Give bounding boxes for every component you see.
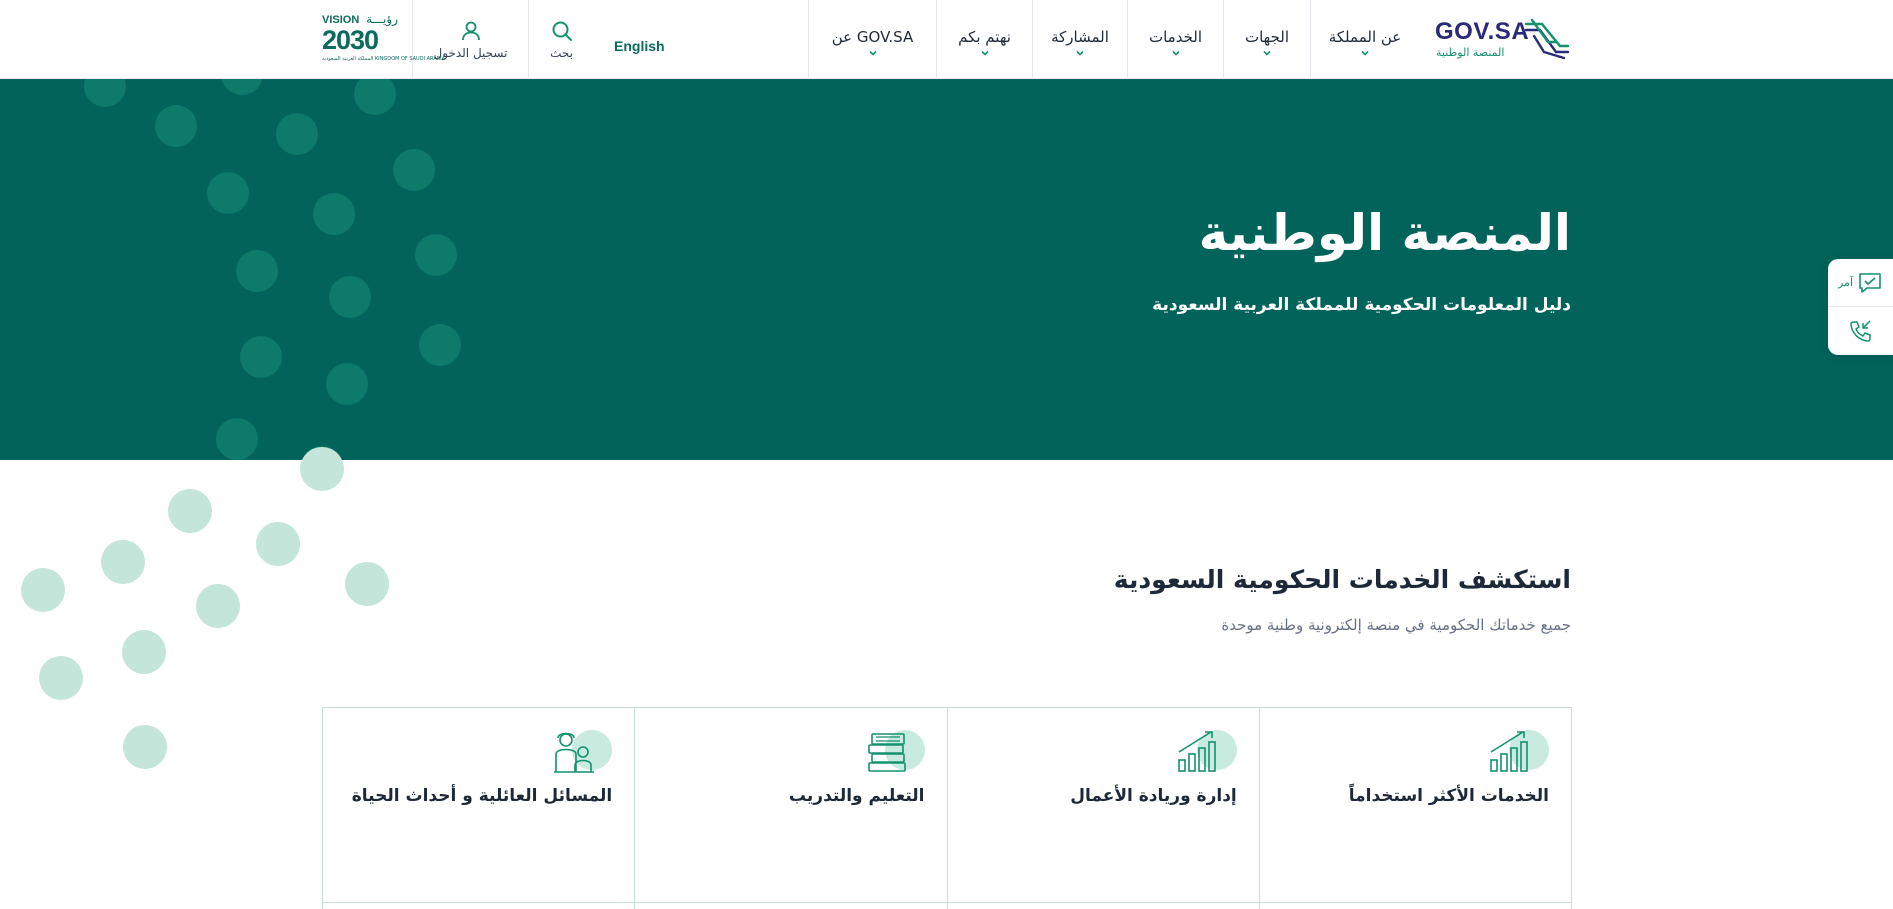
vision-ar-label: رؤيـــة [366, 12, 398, 26]
search-label: بحث [550, 45, 573, 60]
amr-chat-button[interactable]: آمر [1828, 259, 1893, 307]
call-button[interactable] [1828, 307, 1893, 355]
card-icon [1489, 728, 1549, 778]
decor-dot [155, 105, 197, 147]
nav-label: الجهات [1244, 27, 1290, 46]
language-switch-link[interactable]: English [594, 0, 808, 79]
category-card-most-used[interactable]: الخدمات الأكثر استخداماً [1258, 708, 1571, 909]
decor-dot [326, 363, 368, 405]
search-icon [552, 21, 572, 41]
card-label: المسائل العائلية و أحداث الحياة [351, 786, 613, 806]
logo-subtitle: المنصة الوطنية [1436, 46, 1505, 59]
card-row-divider [322, 902, 1572, 903]
hero-title: المنصة الوطنية [1198, 204, 1571, 262]
decor-dot [345, 562, 389, 606]
card-label: التعليم والتدريب [788, 786, 925, 806]
card-icon [552, 728, 613, 778]
site-header: GOV.SA المنصة الوطنية عن المملكة الجهات … [0, 0, 1893, 79]
decor-dot [207, 172, 249, 214]
decor-dot [168, 489, 212, 533]
nav-label: عن المملكة [1328, 27, 1402, 46]
card-label: إدارة وريادة الأعمال [1070, 786, 1237, 806]
chevron-down-icon [1361, 50, 1369, 56]
vision-caption: المملكة العربية السعودية KINGDOM OF SAUD… [322, 56, 446, 62]
card-label: الخدمات الأكثر استخداماً [1348, 786, 1549, 806]
decor-dot [276, 113, 318, 155]
decor-dot [123, 725, 167, 769]
decor-dot [221, 79, 263, 95]
explore-title: استكشف الخدمات الحكومية السعودية [1113, 565, 1571, 594]
login-button[interactable]: تسجيل الدخول [412, 0, 528, 79]
nav-services[interactable]: الخدمات [1127, 0, 1223, 79]
gov-sa-logo[interactable]: GOV.SA المنصة الوطنية [1432, 14, 1572, 64]
nav-about-kingdom[interactable]: عن المملكة [1310, 0, 1419, 79]
nav-participation[interactable]: المشاركة [1032, 0, 1127, 79]
card-icon [1177, 728, 1237, 778]
nav-entities[interactable]: الجهات [1223, 0, 1310, 79]
decor-dot [39, 656, 83, 700]
explore-subtitle: جميع خدماتك الحكومية في منصة إلكترونية و… [1221, 616, 1571, 634]
user-icon [461, 21, 480, 40]
chevron-down-icon [868, 50, 877, 56]
vision-year: 2030 [322, 25, 379, 55]
chevron-down-icon [1263, 50, 1271, 56]
hero-banner: المنصة الوطنية دليل المعلومات الحكومية ل… [0, 79, 1893, 460]
bar-chart-growth-icon [1177, 731, 1216, 772]
gov-sa-emblem-icon [1524, 18, 1570, 60]
phone-call-icon [1849, 320, 1871, 342]
decor-dot [256, 522, 300, 566]
nav-label: الخدمات [1148, 27, 1203, 46]
decor-dot [393, 149, 435, 191]
decor-dot [419, 324, 461, 366]
category-card-education[interactable]: التعليم والتدريب [634, 708, 946, 909]
vision-2030-logo[interactable]: VISION رؤيـــة 2030 المملكة العربية السع… [320, 12, 445, 68]
bar-chart-growth-icon [1490, 731, 1528, 772]
chevron-down-icon [980, 50, 989, 56]
decor-dot [329, 276, 371, 318]
nav-label: عن GOV.SA [831, 27, 914, 46]
decor-dot [300, 447, 344, 491]
decor-dot [122, 630, 166, 674]
chevron-down-icon [1076, 50, 1084, 56]
decor-dot [21, 568, 65, 612]
amr-label: آمر [1837, 276, 1854, 289]
card-icon [865, 728, 925, 778]
floating-contact-widget: آمر [1828, 259, 1893, 355]
nav-about-govsa[interactable]: عن GOV.SA [808, 0, 936, 79]
chat-icon [1859, 272, 1881, 293]
category-card-business[interactable]: إدارة وريادة الأعمال [946, 708, 1259, 909]
decor-dot [415, 234, 457, 276]
decor-dot [313, 193, 355, 235]
books-stack-icon [867, 733, 906, 772]
decor-dot [84, 79, 126, 107]
decor-dot [240, 336, 282, 378]
nav-we-care[interactable]: نهتم بكم [936, 0, 1032, 79]
nav-label: المشاركة [1051, 27, 1109, 46]
chevron-down-icon [1171, 50, 1180, 56]
search-button[interactable]: بحث [528, 0, 594, 79]
decor-dot [354, 79, 396, 115]
decor-dot [216, 418, 258, 460]
decor-dot [101, 540, 145, 584]
decor-dot [196, 584, 240, 628]
nav-label: نهتم بكم [958, 27, 1011, 46]
decor-dot [236, 250, 278, 292]
category-card-family[interactable]: المسائل العائلية و أحداث الحياة [323, 708, 634, 909]
family-icon [554, 732, 595, 773]
logo-brand-text: GOV.SA [1435, 18, 1530, 45]
service-category-grid: الخدمات الأكثر استخداماً إدارة وريادة ال… [322, 707, 1572, 909]
hero-subtitle: دليل المعلومات الحكومية للمملكة العربية … [1152, 295, 1571, 315]
